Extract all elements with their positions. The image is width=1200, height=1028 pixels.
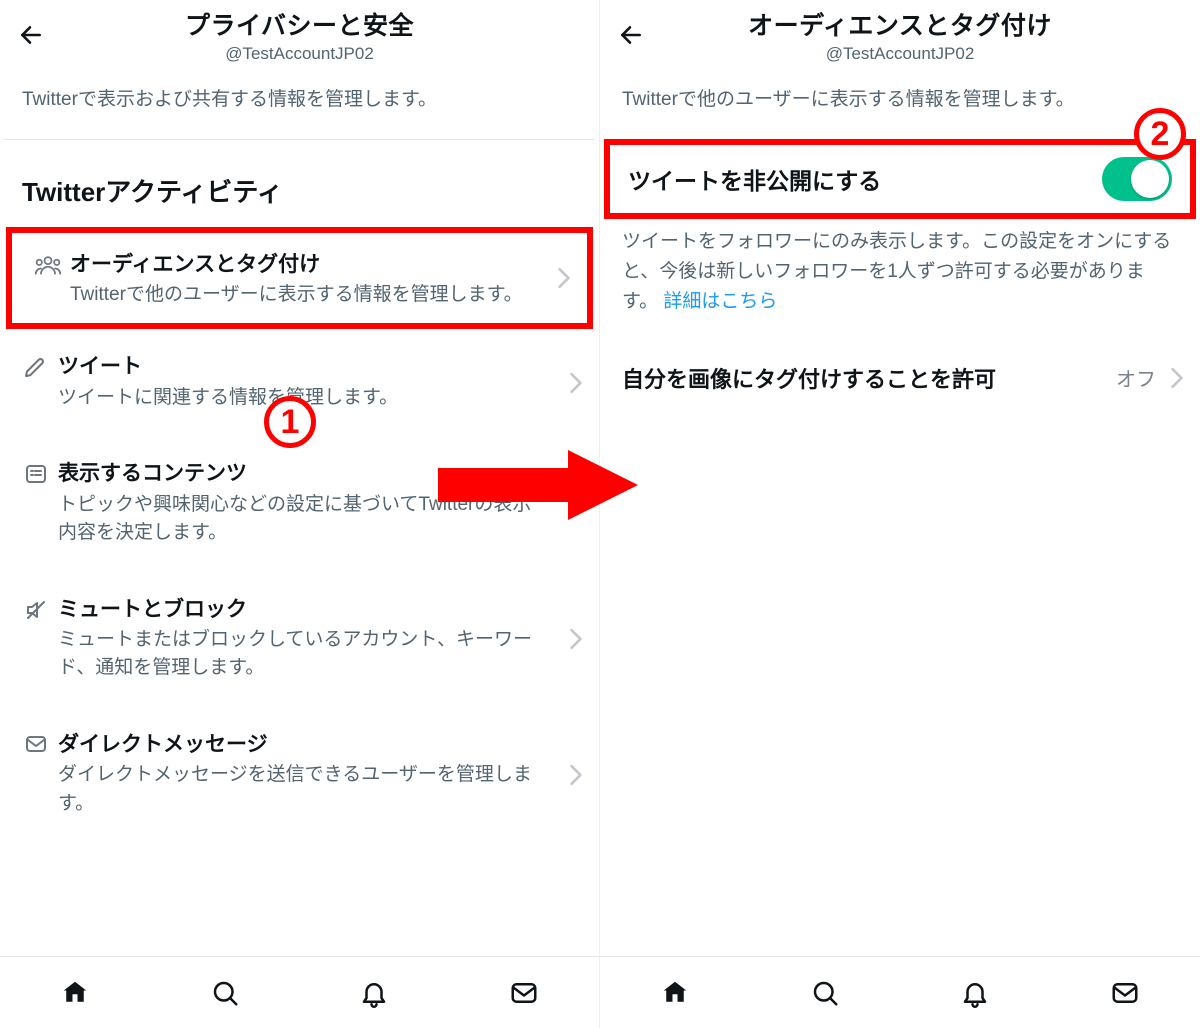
row-protect-tweets[interactable]: ツイートを非公開にする [610, 145, 1190, 213]
annotation-badge-2: 2 [1134, 108, 1186, 160]
people-icon [26, 251, 70, 277]
bell-icon [960, 978, 990, 1008]
tab-messages[interactable] [1050, 957, 1200, 1028]
user-handle: @TestAccountJP02 [648, 44, 1152, 64]
envelope-icon [509, 980, 539, 1006]
search-icon [810, 978, 840, 1008]
tab-search[interactable] [750, 957, 900, 1028]
protect-tweets-desc: ツイートをフォロワーにのみ表示します。この設定をオンにすると、今後は新しいフォロ… [600, 219, 1200, 318]
page-subhead: Twitterで表示および共有する情報を管理します。 [0, 74, 599, 139]
back-button[interactable] [14, 18, 48, 52]
tab-search[interactable] [150, 957, 300, 1028]
row-mute-block[interactable]: ミュートとブロック ミュートまたはブロックしているアカウント、キーワード、通知を… [0, 572, 599, 707]
tabbar-left [0, 956, 599, 1028]
chevron-right-icon [557, 267, 571, 289]
row-text: ダイレクトメッセージ ダイレクトメッセージを送信できるユーザーを管理します。 [58, 731, 585, 818]
arrow-left-icon [618, 22, 644, 48]
chevron-right-icon [569, 372, 583, 394]
row-desc: ミュートまたはブロックしているアカウント、キーワード、通知を管理します。 [58, 626, 543, 683]
highlight-box-2: ツイートを非公開にする [604, 139, 1196, 219]
row-photo-tagging[interactable]: 自分を画像にタグ付けすることを許可 オフ [600, 318, 1200, 414]
home-icon [60, 978, 90, 1008]
tab-home[interactable] [600, 957, 750, 1028]
row-title: ミュートとブロック [58, 596, 543, 624]
tabbar-right [600, 956, 1200, 1028]
annotation-badge-1: 1 [264, 396, 316, 448]
protect-tweets-toggle[interactable] [1102, 157, 1172, 201]
row-desc: ダイレクトメッセージを送信できるユーザーを管理します。 [58, 761, 543, 818]
arrow-left-icon [18, 22, 44, 48]
section-label: Twitterアクティビティ [0, 140, 599, 227]
row-title: ダイレクトメッセージ [58, 731, 543, 759]
back-button[interactable] [614, 18, 648, 52]
row-text: ツイート ツイートに関連する情報を管理します。 [58, 353, 585, 412]
chevron-right-icon [569, 764, 583, 786]
envelope-icon [1110, 980, 1140, 1006]
row-text: ミュートとブロック ミュートまたはブロックしているアカウント、キーワード、通知を… [58, 596, 585, 683]
bell-icon [359, 978, 389, 1008]
list-box-icon [14, 460, 58, 486]
tab-home[interactable] [0, 957, 150, 1028]
highlight-box-1: オーディエンスとタグ付け Twitterで他のユーザーに表示する情報を管理します… [6, 227, 593, 330]
home-icon [660, 978, 690, 1008]
title-block: プライバシーと安全 @TestAccountJP02 [48, 6, 551, 64]
page-title: プライバシーと安全 [48, 6, 551, 42]
content-right: Twitterで他のユーザーに表示する情報を管理します。 ツイートを非公開にする… [600, 74, 1200, 1028]
photo-tagging-value: オフ [1116, 363, 1156, 392]
annotation-number: 2 [1151, 115, 1170, 154]
tab-notifications[interactable] [300, 957, 450, 1028]
chevron-right-icon [1170, 367, 1184, 389]
panel-audience: オーディエンスとタグ付け @TestAccountJP02 Twitterで他の… [600, 0, 1200, 1028]
photo-tagging-label: 自分を画像にタグ付けすることを許可 [622, 362, 1116, 394]
header-right: オーディエンスとタグ付け @TestAccountJP02 [600, 0, 1200, 74]
chevron-right-icon [569, 628, 583, 650]
annotation-arrow [438, 450, 638, 520]
header-left: プライバシーと安全 @TestAccountJP02 [0, 0, 599, 74]
row-audience-tagging[interactable]: オーディエンスとタグ付け Twitterで他のユーザーに表示する情報を管理します… [12, 233, 587, 324]
page-subhead: Twitterで他のユーザーに表示する情報を管理します。 [600, 74, 1200, 139]
learn-more-link[interactable]: 詳細はこちら [663, 291, 777, 312]
tab-messages[interactable] [449, 957, 599, 1028]
pencil-icon [14, 353, 58, 379]
title-block: オーディエンスとタグ付け @TestAccountJP02 [648, 6, 1152, 64]
speaker-off-icon [14, 596, 58, 622]
toggle-knob [1131, 160, 1169, 198]
row-text: オーディエンスとタグ付け Twitterで他のユーザーに表示する情報を管理します… [70, 251, 573, 310]
row-title: オーディエンスとタグ付け [70, 251, 531, 279]
page-title: オーディエンスとタグ付け [648, 6, 1152, 42]
tab-notifications[interactable] [900, 957, 1050, 1028]
content-left: Twitterで表示および共有する情報を管理します。 Twitterアクティビテ… [0, 74, 599, 1028]
envelope-icon [14, 731, 58, 755]
search-icon [210, 978, 240, 1008]
row-desc: Twitterで他のユーザーに表示する情報を管理します。 [70, 281, 531, 310]
row-direct-messages[interactable]: ダイレクトメッセージ ダイレクトメッセージを送信できるユーザーを管理します。 [0, 707, 599, 842]
protect-tweets-label: ツイートを非公開にする [628, 162, 1102, 196]
row-title: ツイート [58, 353, 543, 381]
settings-list: オーディエンスとタグ付け Twitterで他のユーザーに表示する情報を管理します… [0, 227, 599, 843]
user-handle: @TestAccountJP02 [48, 44, 551, 64]
annotation-number: 1 [281, 403, 300, 442]
